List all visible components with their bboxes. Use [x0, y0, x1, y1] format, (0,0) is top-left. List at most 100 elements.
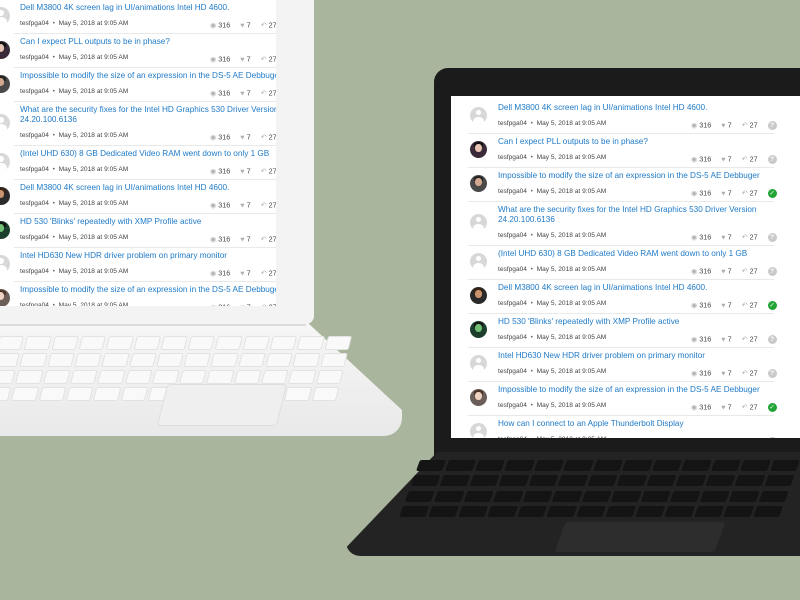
post-title-link[interactable]: Dell M3800 4K screen lag in UI/animation… [498, 280, 774, 293]
forum-post[interactable]: (Intel UHD 630) 8 GB Dedicated Video RAM… [0, 146, 276, 180]
forum-post[interactable]: What are the security fixes for the Inte… [468, 202, 777, 246]
user-avatar[interactable] [0, 187, 10, 205]
user-avatar[interactable] [470, 141, 487, 158]
author-name[interactable]: tesfpga04 [20, 200, 49, 207]
user-avatar[interactable] [470, 321, 487, 338]
forum-post[interactable]: Dell M3800 4K screen lag in UI/animation… [0, 180, 276, 214]
default-avatar[interactable] [470, 214, 487, 231]
author-name[interactable]: tesfpga04 [20, 166, 49, 173]
default-avatar[interactable] [0, 153, 10, 171]
heart-icon[interactable]: ♥ [240, 201, 244, 210]
reply-arrow-icon[interactable]: ↶ [261, 89, 267, 98]
post-title-link[interactable]: Dell M3800 4K screen lag in UI/animation… [20, 0, 276, 13]
post-title-link[interactable]: Impossible to modify the size of an expr… [20, 68, 276, 81]
reply-arrow-icon[interactable]: ↶ [261, 269, 267, 278]
user-avatar[interactable] [470, 287, 487, 304]
user-avatar[interactable] [0, 221, 10, 239]
post-title-link[interactable]: How can I connect to an Apple Thunderbol… [498, 416, 774, 429]
forum-post[interactable]: Impossible to modify the size of an expr… [468, 382, 777, 416]
author-name[interactable]: tesfpga04 [498, 402, 527, 409]
author-name[interactable]: tesfpga04 [498, 300, 527, 307]
default-avatar[interactable] [470, 423, 487, 438]
heart-icon[interactable]: ♥ [721, 267, 725, 276]
forum-post[interactable]: Intel HD630 New HDR driver problem on pr… [468, 348, 777, 382]
heart-icon[interactable]: ♥ [721, 301, 725, 310]
post-title-link[interactable]: Can I expect PLL outputs to be in phase? [20, 34, 276, 47]
heart-icon[interactable]: ♥ [721, 369, 725, 378]
reply-arrow-icon[interactable]: ↶ [742, 369, 748, 378]
reply-arrow-icon[interactable]: ↶ [742, 301, 748, 310]
forum-post[interactable]: HD 530 'Blinks' repeatedly with XMP Prof… [468, 314, 777, 348]
forum-post[interactable]: Dell M3800 4K screen lag in UI/animation… [468, 280, 777, 314]
heart-icon[interactable]: ♥ [721, 233, 725, 242]
reply-arrow-icon[interactable]: ↶ [261, 133, 267, 142]
default-avatar[interactable] [0, 255, 10, 273]
user-avatar[interactable] [0, 75, 10, 93]
post-title-link[interactable]: (Intel UHD 630) 8 GB Dedicated Video RAM… [20, 146, 276, 159]
heart-icon[interactable]: ♥ [240, 269, 244, 278]
default-avatar[interactable] [470, 107, 487, 124]
heart-icon[interactable]: ♥ [721, 189, 725, 198]
post-title-link[interactable]: Impossible to modify the size of an expr… [20, 282, 276, 295]
heart-icon[interactable]: ♥ [240, 303, 244, 306]
forum-post[interactable]: Can I expect PLL outputs to be in phase?… [468, 134, 777, 168]
author-name[interactable]: tesfpga04 [20, 88, 49, 95]
reply-arrow-icon[interactable]: ↶ [742, 437, 748, 438]
author-name[interactable]: tesfpga04 [498, 232, 527, 239]
post-title-link[interactable]: Intel HD630 New HDR driver problem on pr… [498, 348, 774, 361]
reply-arrow-icon[interactable]: ↶ [261, 303, 267, 306]
forum-post[interactable]: Can I expect PLL outputs to be in phase?… [0, 34, 276, 68]
author-name[interactable]: tesfpga04 [498, 334, 527, 341]
reply-arrow-icon[interactable]: ↶ [261, 201, 267, 210]
author-name[interactable]: tesfpga04 [20, 132, 49, 139]
post-title-link[interactable]: Impossible to modify the size of an expr… [498, 382, 774, 395]
author-name[interactable]: tesfpga04 [498, 266, 527, 273]
default-avatar[interactable] [470, 253, 487, 270]
post-title-link[interactable]: Dell M3800 4K screen lag in UI/animation… [498, 100, 774, 113]
heart-icon[interactable]: ♥ [721, 155, 725, 164]
heart-icon[interactable]: ♥ [240, 167, 244, 176]
forum-post[interactable]: How can I connect to an Apple Thunderbol… [468, 416, 777, 438]
post-title-link[interactable]: Impossible to modify the size of an expr… [498, 168, 774, 181]
user-avatar[interactable] [470, 389, 487, 406]
reply-arrow-icon[interactable]: ↶ [742, 267, 748, 276]
heart-icon[interactable]: ♥ [240, 21, 244, 30]
heart-icon[interactable]: ♥ [240, 89, 244, 98]
author-name[interactable]: tesfpga04 [498, 188, 527, 195]
author-name[interactable]: tesfpga04 [498, 368, 527, 375]
post-title-link[interactable]: Dell M3800 4K screen lag in UI/animation… [20, 180, 276, 193]
author-name[interactable]: tesfpga04 [20, 302, 49, 306]
heart-icon[interactable]: ♥ [721, 121, 725, 130]
forum-post[interactable]: Dell M3800 4K screen lag in UI/animation… [468, 100, 777, 134]
forum-post[interactable]: Impossible to modify the size of an expr… [468, 168, 777, 202]
reply-arrow-icon[interactable]: ↶ [742, 189, 748, 198]
reply-arrow-icon[interactable]: ↶ [742, 121, 748, 130]
post-title-link[interactable]: Can I expect PLL outputs to be in phase? [498, 134, 774, 147]
post-title-link[interactable]: What are the security fixes for the Inte… [498, 202, 774, 225]
author-name[interactable]: tesfpga04 [498, 120, 527, 127]
default-avatar[interactable] [0, 7, 10, 25]
post-title-link[interactable]: Intel HD630 New HDR driver problem on pr… [20, 248, 276, 261]
author-name[interactable]: tesfpga04 [20, 54, 49, 61]
reply-arrow-icon[interactable]: ↶ [742, 233, 748, 242]
forum-post[interactable]: Impossible to modify the size of an expr… [0, 282, 276, 306]
author-name[interactable]: tesfpga04 [498, 436, 527, 438]
heart-icon[interactable]: ♥ [240, 235, 244, 244]
reply-arrow-icon[interactable]: ↶ [261, 21, 267, 30]
forum-post[interactable]: Intel HD630 New HDR driver problem on pr… [0, 248, 276, 282]
reply-arrow-icon[interactable]: ↶ [742, 335, 748, 344]
forum-post[interactable]: (Intel UHD 630) 8 GB Dedicated Video RAM… [468, 246, 777, 280]
post-title-link[interactable]: HD 530 'Blinks' repeatedly with XMP Prof… [498, 314, 774, 327]
user-avatar[interactable] [470, 175, 487, 192]
heart-icon[interactable]: ♥ [240, 55, 244, 64]
author-name[interactable]: tesfpga04 [20, 234, 49, 241]
reply-arrow-icon[interactable]: ↶ [742, 155, 748, 164]
forum-post[interactable]: HD 530 'Blinks' repeatedly with XMP Prof… [0, 214, 276, 248]
forum-post[interactable]: Dell M3800 4K screen lag in UI/animation… [0, 0, 276, 34]
heart-icon[interactable]: ♥ [721, 403, 725, 412]
post-title-link[interactable]: (Intel UHD 630) 8 GB Dedicated Video RAM… [498, 246, 774, 259]
author-name[interactable]: tesfpga04 [498, 154, 527, 161]
reply-arrow-icon[interactable]: ↶ [261, 167, 267, 176]
heart-icon[interactable]: ♥ [240, 133, 244, 142]
forum-post[interactable]: What are the security fixes for the Inte… [0, 102, 276, 146]
